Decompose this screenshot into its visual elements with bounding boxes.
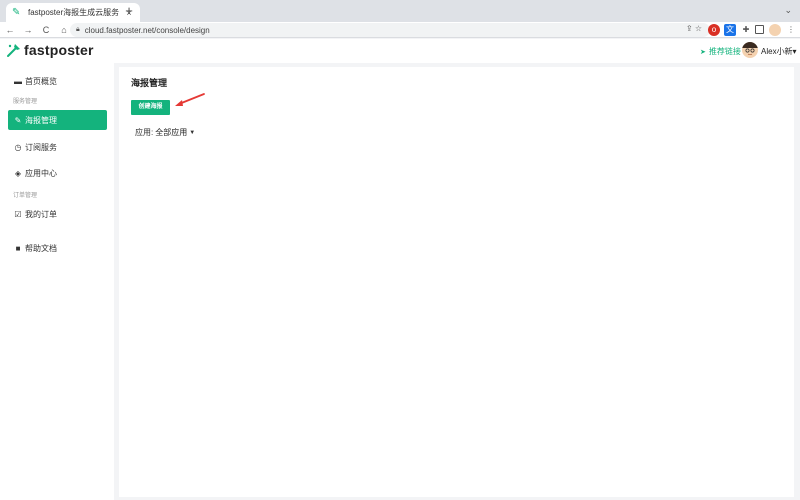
- recommend-label: 推荐链接: [708, 47, 741, 56]
- filter-label: 应用:: [135, 128, 154, 137]
- sidebar-item-label: 应用中心: [25, 168, 57, 178]
- sidebar-item-label: 首页概览: [25, 76, 57, 86]
- tab-search-chevron-icon[interactable]: ⌄: [784, 5, 792, 16]
- logo-text: fastposter: [24, 42, 94, 58]
- app-filter: 应用: 全部应用 ▼: [135, 127, 195, 138]
- book-icon: ■: [15, 243, 21, 253]
- logo-icon: [7, 44, 20, 57]
- logo[interactable]: fastposter: [6, 42, 94, 58]
- avatar-face-icon: [742, 42, 758, 56]
- app-filter-select[interactable]: 全部应用: [155, 127, 187, 138]
- clock-icon: ◷: [14, 142, 22, 152]
- create-poster-button[interactable]: 创建海报: [131, 100, 170, 115]
- layers-icon: ◈: [14, 168, 22, 178]
- favicon-icon: ✎: [12, 6, 21, 18]
- sidebar-item-orders[interactable]: ☑ 我的订单: [8, 204, 107, 224]
- sidebar-item-label: 我的订单: [25, 209, 57, 219]
- sidebar-item-label: 海报管理: [25, 115, 57, 125]
- address-bar[interactable]: 🔒︎ cloud.fastposter.net/console/design ⇪…: [70, 23, 710, 37]
- tab-title: fastposter海报生成云服务: [28, 8, 120, 17]
- sidebar-item-subscription[interactable]: ◷ 订阅服务: [8, 137, 107, 157]
- sidebar-item-label: 订阅服务: [25, 142, 57, 152]
- more-menu-icon[interactable]: ⋮: [785, 24, 797, 36]
- main-content: 海报管理 创建海报 应用: 全部应用 ▼: [119, 67, 794, 497]
- translate-extension-icon[interactable]: 文: [724, 24, 736, 36]
- check-square-icon: ☑: [14, 209, 22, 219]
- sidebar: ▬ 首页概览 服务管理 ✎ 海报管理 ◷ 订阅服务 ◈ 应用中心 订单管理 ☑ …: [0, 63, 114, 500]
- back-button[interactable]: ←: [2, 25, 18, 35]
- user-menu[interactable]: Alex小新▾: [761, 46, 797, 57]
- sidebar-item-apps[interactable]: ◈ 应用中心: [8, 163, 107, 183]
- side-panel-icon[interactable]: [755, 25, 764, 34]
- browser-tabstrip: ✎ fastposter海报生成云服务 × + ⌄: [0, 0, 800, 22]
- sidebar-item-docs[interactable]: ■ 帮助文档: [8, 238, 107, 258]
- page-title: 海报管理: [131, 78, 168, 88]
- edit-icon: ✎: [14, 115, 22, 125]
- lock-icon: 🔒︎: [76, 26, 80, 33]
- recommend-link[interactable]: ➤ 推荐链接: [700, 46, 741, 57]
- sidebar-item-label: 帮助文档: [25, 243, 57, 253]
- annotation-arrow-icon: [175, 93, 205, 106]
- browser-toolbar: ← → C ⌂ 🔒︎ cloud.fastposter.net/console/…: [0, 22, 800, 38]
- caret-down-icon[interactable]: ▼: [189, 130, 195, 136]
- monitor-icon: ▬: [14, 76, 22, 86]
- user-avatar[interactable]: [742, 42, 758, 58]
- nav-group-service: 服务管理: [13, 99, 38, 105]
- extensions-puzzle-icon[interactable]: ✚: [740, 24, 752, 36]
- sidebar-item-dashboard[interactable]: ▬ 首页概览: [8, 71, 107, 91]
- omnibox-actions[interactable]: ⇪ ☆: [686, 24, 702, 33]
- send-icon: ➤: [700, 48, 706, 56]
- profile-avatar-icon[interactable]: [769, 24, 781, 36]
- reload-button[interactable]: C: [38, 25, 54, 35]
- new-tab-button[interactable]: +: [122, 4, 136, 18]
- extension-red-icon[interactable]: o: [708, 24, 720, 36]
- sidebar-item-posters[interactable]: ✎ 海报管理: [8, 110, 107, 130]
- nav-group-orders: 订单管理: [13, 193, 38, 199]
- url-text: cloud.fastposter.net/console/design: [84, 25, 210, 35]
- browser-tab[interactable]: ✎ fastposter海报生成云服务 ×: [6, 3, 140, 22]
- forward-button[interactable]: →: [20, 25, 36, 35]
- app-header: fastposter ➤ 推荐链接 Alex小新▾: [0, 39, 800, 63]
